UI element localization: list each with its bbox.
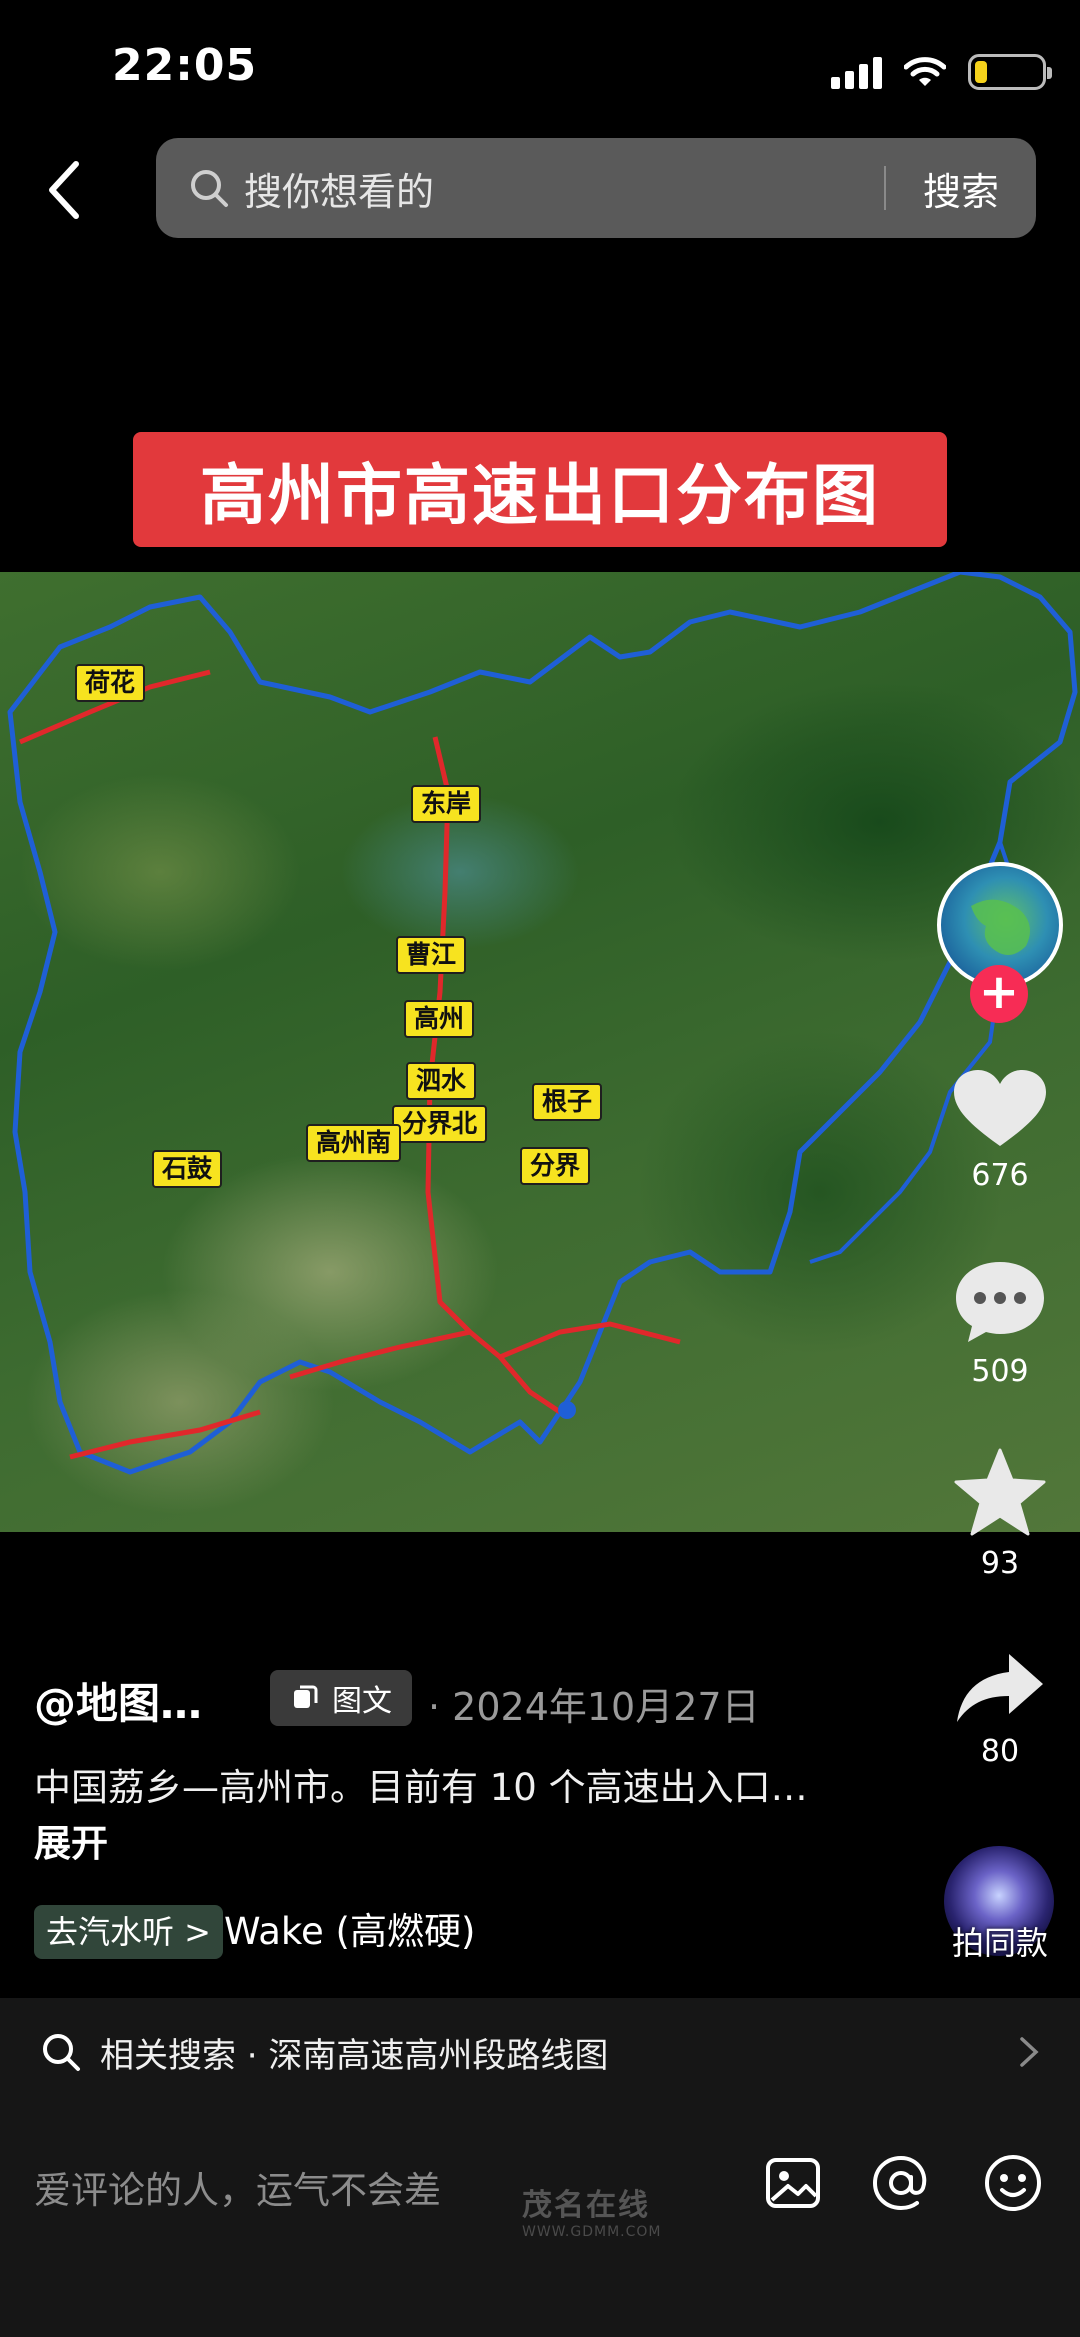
wifi-icon — [904, 57, 946, 86]
back-icon[interactable] — [40, 150, 90, 230]
emoji-icon[interactable] — [982, 2152, 1044, 2214]
exit-label-sishui: 泗水 — [406, 1062, 477, 1100]
exit-label-shigu: 石鼓 — [152, 1150, 223, 1188]
map-overlay — [7, 572, 1078, 1475]
related-search-bar[interactable]: 相关搜索 · 深南高速高州段路线图 — [0, 1998, 1080, 2106]
comment-input[interactable]: 爱评论的人，运气不会差 — [34, 2160, 441, 2214]
reservoir-marker — [558, 1401, 576, 1419]
search-icon — [43, 2034, 80, 2071]
exit-label-gaozhounan: 高州南 — [306, 1124, 402, 1162]
favorite-count: 93 — [980, 1546, 1020, 1581]
status-time: 22:05 — [112, 40, 258, 91]
search-input[interactable]: 搜你想看的 — [244, 161, 884, 216]
author-name[interactable]: @地图… — [34, 1670, 202, 1731]
image-picker-icon[interactable] — [762, 2152, 824, 2214]
music-name[interactable]: Wake (高燃硬) — [224, 1905, 475, 1959]
follow-button[interactable]: + — [970, 965, 1028, 1023]
related-search-text: 相关搜索 · 深南高速高州段路线图 — [100, 2035, 609, 2076]
status-icons — [831, 50, 1052, 94]
comment-count: 509 — [971, 1354, 1029, 1389]
exit-label-fenjie: 分界 — [520, 1147, 591, 1185]
post-description[interactable]: 中国荔乡—高州市。目前有 10 个高速出入口… 展开 — [34, 1760, 834, 1872]
exit-label-dongan: 东岸 — [411, 785, 482, 823]
search-button[interactable]: 搜索 — [886, 161, 1036, 216]
favorite-button[interactable]: 93 — [940, 1448, 1060, 1581]
watermark-url: WWW.GDMM.COM — [522, 2224, 662, 2240]
exit-label-gaozhou: 高州 — [404, 1000, 475, 1038]
expand-button[interactable]: 展开 — [34, 1822, 108, 1865]
star-icon — [954, 1448, 1046, 1536]
watermark-name: 茂名在线 — [522, 2188, 650, 2223]
share-button[interactable]: 80 — [940, 1652, 1060, 1769]
image-text-icon — [294, 1685, 318, 1708]
post-title-banner: 高州市高速出口分布图 — [133, 432, 947, 547]
exit-label-hehua: 荷花 — [75, 664, 146, 702]
share-count: 80 — [980, 1734, 1020, 1769]
like-count: 676 — [971, 1158, 1029, 1193]
heart-icon — [954, 1070, 1046, 1146]
exit-label-fenjiebei: 分界北 — [392, 1105, 488, 1143]
post-type-badge: 图文 — [270, 1670, 412, 1726]
music-link-button[interactable]: 去汽水听 > — [34, 1905, 223, 1959]
comment-icon — [956, 1262, 1044, 1342]
site-watermark: 茂名在线 WWW.GDMM.COM — [446, 2180, 661, 2240]
exit-label-genzi: 根子 — [532, 1083, 603, 1121]
road-gaozhounan — [289, 1329, 471, 1380]
comment-button[interactable]: 509 — [940, 1258, 1060, 1389]
cellular-signal-icon — [831, 55, 882, 89]
post-date: · 2024年10月27日 — [428, 1685, 760, 1729]
road-shigu — [69, 1409, 261, 1460]
mention-icon[interactable] — [870, 2152, 932, 2214]
post-type-label: 图文 — [332, 1684, 392, 1719]
same-style-button[interactable]: 拍同款 — [940, 1918, 1060, 1964]
like-button[interactable]: 676 — [940, 1068, 1060, 1193]
search-icon — [191, 170, 228, 207]
description-text: 中国荔乡—高州市。目前有 10 个高速出入口… — [34, 1766, 808, 1809]
share-icon — [957, 1654, 1043, 1722]
post-image-map[interactable]: 荷花 东岸 曹江 高州 泗水 根子 分界北 高州南 分界 石鼓 — [0, 572, 1080, 1532]
battery-icon — [968, 54, 1052, 90]
search-bar[interactable]: 搜你想看的 搜索 — [156, 138, 1036, 238]
chevron-right-icon — [1020, 2037, 1039, 2067]
exit-label-caojiang: 曹江 — [396, 936, 467, 974]
